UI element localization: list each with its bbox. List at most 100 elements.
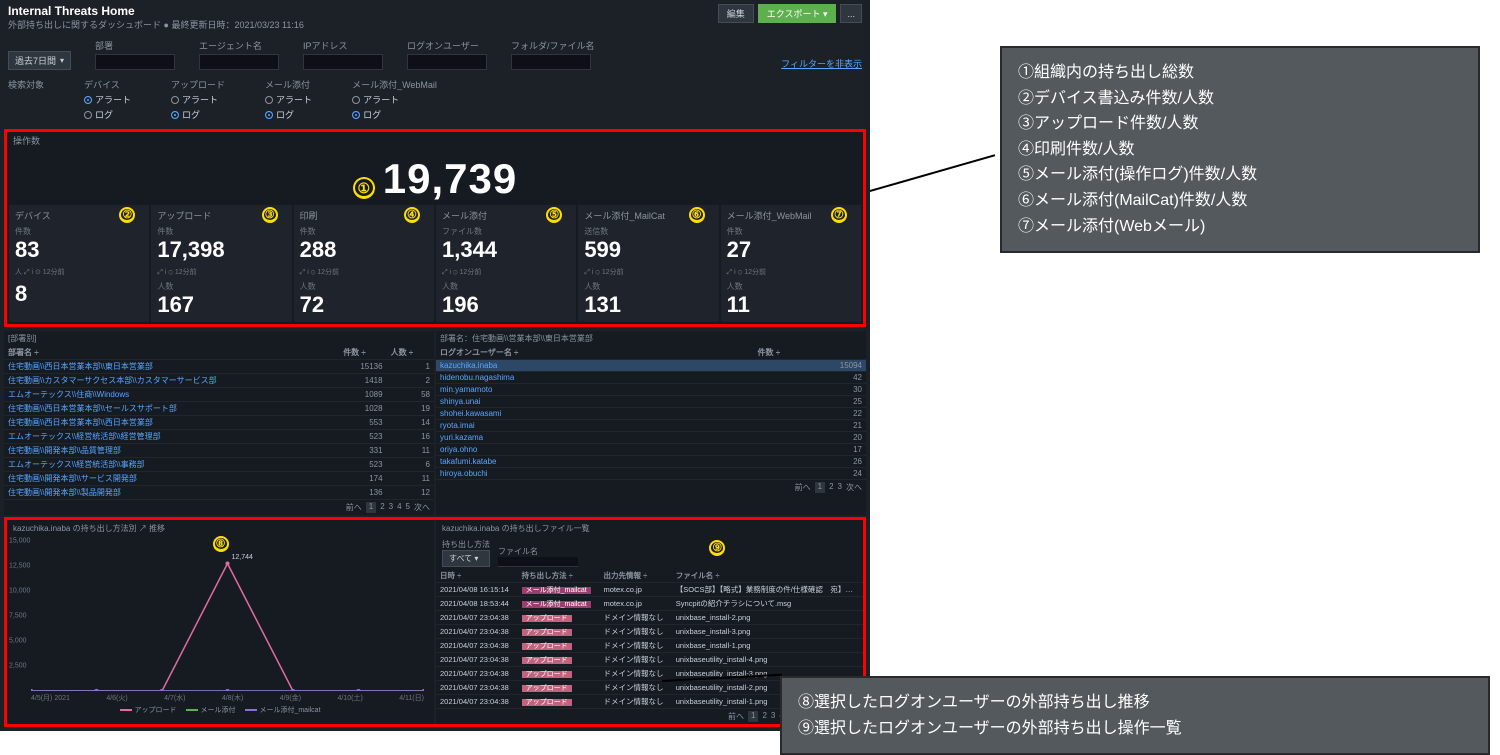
radio-icon	[171, 96, 179, 104]
filter-input-3[interactable]	[407, 54, 487, 70]
pager-item[interactable]: 5	[406, 502, 410, 513]
target-head-2: メール添付	[265, 78, 312, 91]
dept-table-title: [部署別]	[4, 331, 434, 346]
filter-input-0[interactable]	[95, 54, 175, 70]
col-header[interactable]: 件数 ÷	[754, 346, 866, 360]
callout-top: ①組織内の持ち出し総数②デバイス書込み件数/人数③アップロード件数/人数④印刷件…	[1000, 46, 1480, 253]
filter-label-1: エージェント名	[199, 39, 279, 52]
legend-item[interactable]: アップロード	[120, 705, 176, 715]
table-row[interactable]: 2021/04/07 23:04:38アップロードドメイン情報なしunixbas…	[436, 653, 863, 667]
metric-tile-5[interactable]: ⑦ メール添付_WebMail 件数 27 ⤢ i ⊙ 12分前 人数 11	[721, 205, 861, 322]
filelist-title: kazuchika.inaba の持ち出しファイル一覧	[442, 524, 590, 533]
method-filter-label: 持ち出し方法	[442, 539, 490, 550]
table-row[interactable]: エムオーテックス\\住商\\Windows108958	[4, 388, 434, 402]
user-pager[interactable]: 前へ 123 次へ	[436, 480, 866, 495]
pager-item[interactable]: 前へ	[795, 482, 811, 493]
filter-input-2[interactable]	[303, 54, 383, 70]
table-row[interactable]: 2021/04/07 23:04:38アップロードドメイン情報なしunixbas…	[436, 625, 863, 639]
table-row[interactable]: 住宅動画\\開発本部\\製品開発部13612	[4, 486, 434, 500]
pager-item[interactable]: 次へ	[414, 502, 430, 513]
dept-pager[interactable]: 前へ 12345 次へ	[4, 500, 434, 515]
timerange-select[interactable]: 過去7日間▾	[8, 51, 71, 70]
target-radio-3-0[interactable]: アラート	[352, 93, 437, 106]
table-row[interactable]: 住宅動画\\開発本部\\品質管理部33111	[4, 444, 434, 458]
radio-icon	[265, 96, 273, 104]
target-radio-2-0[interactable]: アラート	[265, 93, 312, 106]
table-row[interactable]: kazuchika.inaba15094	[436, 360, 866, 372]
filter-input-4[interactable]	[511, 54, 591, 70]
col-header[interactable]: ファイル名 ÷	[672, 569, 863, 583]
metric-tile-1[interactable]: ③ アップロード 件数 17,398 ⤢ i ⊙ 12分前 人数 167	[151, 205, 291, 322]
filter-input-1[interactable]	[199, 54, 279, 70]
col-header[interactable]: ログオンユーザー名 ÷	[436, 346, 754, 360]
target-radio-1-1[interactable]: ログ	[171, 108, 225, 121]
target-radio-0-0[interactable]: アラート	[84, 93, 131, 106]
table-row[interactable]: oriya.ohno17	[436, 444, 866, 456]
metric-tile-2[interactable]: ④ 印刷 件数 288 ⤢ i ⊙ 12分前 人数 72	[294, 205, 434, 322]
chart-area[interactable]: 2,5005,0007,50010,00012,50015,00012,744	[31, 541, 424, 691]
pager-item[interactable]: 前へ	[728, 711, 744, 722]
target-radio-2-1[interactable]: ログ	[265, 108, 312, 121]
col-header[interactable]: 件数 ÷	[339, 346, 386, 360]
export-button[interactable]: エクスポート ▾	[758, 4, 837, 23]
target-radio-1-0[interactable]: アラート	[171, 93, 225, 106]
table-row[interactable]: shohei.kawasami22	[436, 408, 866, 420]
table-row[interactable]: 2021/04/07 23:04:38アップロードドメイン情報なしunixbas…	[436, 611, 863, 625]
table-row[interactable]: 住宅動画\\西日本営業本部\\西日本営業部55314	[4, 416, 434, 430]
table-row[interactable]: min.yamamoto30	[436, 384, 866, 396]
pager-item[interactable]: 3	[771, 711, 775, 722]
table-row[interactable]: shinya.unai25	[436, 396, 866, 408]
metric-tile-4[interactable]: ⑥ メール添付_MailCat 送信数 599 ⤢ i ⊙ 12分前 人数 13…	[578, 205, 718, 322]
col-header[interactable]: 日時 ÷	[436, 569, 518, 583]
table-row[interactable]: 2021/04/08 18:53:44メール添付_mailcatmotex.co…	[436, 597, 863, 611]
radio-icon	[352, 111, 360, 119]
pager-item[interactable]: 1	[815, 482, 825, 493]
pager-item[interactable]: 1	[366, 502, 376, 513]
method-filter-select[interactable]: すべて ▾	[442, 550, 490, 567]
table-row[interactable]: hiroya.obuchi24	[436, 468, 866, 480]
metric-tile-3[interactable]: ⑤ メール添付 ファイル数 1,344 ⤢ i ⊙ 12分前 人数 196	[436, 205, 576, 322]
pager-item[interactable]: 2	[762, 711, 766, 722]
legend-item[interactable]: メール添付_mailcat	[245, 705, 320, 715]
header: Internal Threats Home 外部持ち出しに関するダッシュボード …	[0, 0, 870, 35]
pager-item[interactable]: 2	[380, 502, 384, 513]
col-header[interactable]: 人数 ÷	[387, 346, 434, 360]
table-row[interactable]: エムオーテックス\\経営統活部\\事務部5236	[4, 458, 434, 472]
table-row[interactable]: 住宅動画\\カスタマーサクセス本部\\カスタマーサービス部14182	[4, 374, 434, 388]
pager-item[interactable]: 3	[389, 502, 393, 513]
table-row[interactable]: yuri.kazama20	[436, 432, 866, 444]
pager-item[interactable]: 4	[397, 502, 401, 513]
table-row[interactable]: 住宅動画\\開発本部\\サービス開発部17411	[4, 472, 434, 486]
edit-button[interactable]: 編集	[718, 4, 754, 23]
table-row[interactable]: ryota.imai21	[436, 420, 866, 432]
leader-line-1	[870, 154, 996, 192]
pager-item[interactable]: 3	[838, 482, 842, 493]
pager-item[interactable]: 2	[829, 482, 833, 493]
target-radio-3-1[interactable]: ログ	[352, 108, 437, 121]
table-row[interactable]: hidenobu.nagashima42	[436, 372, 866, 384]
radio-icon	[352, 96, 360, 104]
col-header[interactable]: 持ち出し方法 ÷	[518, 569, 600, 583]
more-button[interactable]: ...	[840, 4, 862, 23]
metric-tile-0[interactable]: ② デバイス 件数 83 人 ⤢ i ⊙ 12分前 8	[9, 205, 149, 322]
col-header[interactable]: 出力先情報 ÷	[600, 569, 672, 583]
col-header[interactable]: 部署名 ÷	[4, 346, 339, 360]
table-row[interactable]: takafumi.katabe26	[436, 456, 866, 468]
user-table: ログオンユーザー名 ÷件数 ÷kazuchika.inaba15094hiden…	[436, 346, 866, 480]
table-row[interactable]: 住宅動画\\西日本営業本部\\東日本営業部151361	[4, 360, 434, 374]
table-row[interactable]: 2021/04/07 23:04:38アップロードドメイン情報なしunixbas…	[436, 639, 863, 653]
target-radio-0-1[interactable]: ログ	[84, 108, 131, 121]
table-row[interactable]: エムオーテックス\\経営統活部\\経営管理部52316	[4, 430, 434, 444]
bottom-frame: kazuchika.inaba の持ち出し方法別 ↗ 推移 ⑧ 2,5005,0…	[4, 517, 866, 727]
filter-label-4: フォルダ/ファイル名	[511, 39, 595, 52]
pager-item[interactable]: 1	[748, 711, 758, 722]
pager-item[interactable]: 前へ	[346, 502, 362, 513]
table-row[interactable]: 住宅動画\\西日本営業本部\\セールスサポート部102819	[4, 402, 434, 416]
pager-item[interactable]: 次へ	[846, 482, 862, 493]
file-filter-input[interactable]	[498, 557, 578, 567]
callout-bottom: ⑧選択したログオンユーザーの外部持ち出し推移⑨選択したログオンユーザーの外部持ち…	[780, 676, 1490, 755]
filter-label-3: ログオンユーザー	[407, 39, 487, 52]
hide-filters-link[interactable]: フィルターを非表示	[781, 57, 862, 70]
table-row[interactable]: 2021/04/08 16:15:14メール添付_mailcatmotex.co…	[436, 583, 863, 597]
legend-item[interactable]: メール添付	[186, 705, 235, 715]
